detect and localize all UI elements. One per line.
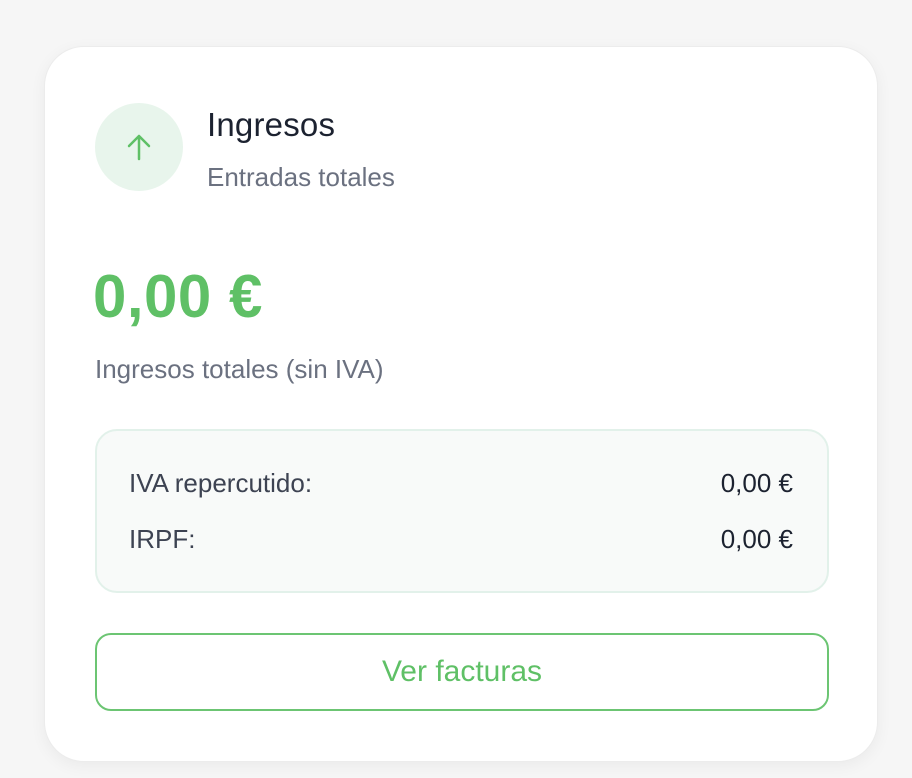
card-subtitle: Entradas totales [207, 162, 395, 192]
tax-row-iva: IVA repercutido: 0,00 € [129, 465, 793, 501]
arrow-up-icon [127, 134, 151, 161]
view-invoices-button[interactable]: Ver facturas [95, 633, 829, 711]
tax-row-label: IRPF: [129, 524, 196, 554]
tax-row-value: 0,00 € [720, 468, 793, 498]
income-card: Ingresos Entradas totales 0,00 € Ingreso… [44, 46, 878, 762]
tax-breakdown-box: IVA repercutido: 0,00 € IRPF: 0,00 € [95, 429, 829, 593]
tax-row-value: 0,00 € [720, 524, 793, 554]
total-amount-label: Ingresos totales (sin IVA) [95, 354, 384, 384]
tax-row-irpf: IRPF: 0,00 € [129, 521, 793, 557]
income-icon-badge [95, 103, 183, 191]
tax-row-label: IVA repercutido: [129, 468, 313, 498]
card-title: Ingresos [207, 106, 336, 143]
total-amount: 0,00 € [93, 263, 263, 330]
